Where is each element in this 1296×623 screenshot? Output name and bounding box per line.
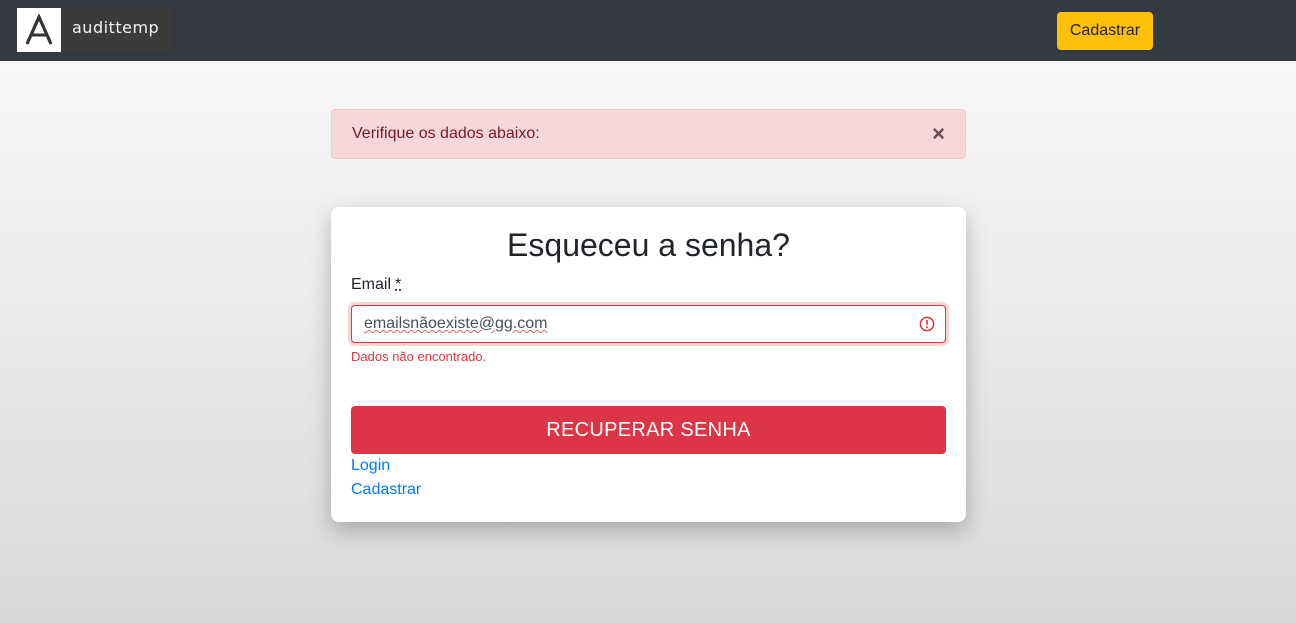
recover-password-button[interactable]: RECUPERAR SENHA <box>351 406 946 454</box>
top-navbar: audittemp Cadastrar <box>0 0 1296 61</box>
required-mark: * <box>395 276 402 293</box>
page-title: Esqueceu a senha? <box>507 227 790 263</box>
brand-link[interactable]: audittemp <box>17 8 171 52</box>
error-circle-icon <box>919 316 935 332</box>
email-field[interactable] <box>352 306 945 342</box>
alert-message: Verifique os dados abaixo: <box>352 125 540 142</box>
navbar-register-button[interactable]: Cadastrar <box>1057 12 1153 50</box>
error-alert: Verifique os dados abaixo: × <box>331 109 966 159</box>
close-icon[interactable]: × <box>932 123 945 145</box>
email-field-wrapper <box>351 305 946 343</box>
register-link[interactable]: Cadastrar <box>351 481 421 499</box>
email-label: Email * <box>351 276 402 293</box>
login-link[interactable]: Login <box>351 457 390 475</box>
logo-a-icon <box>17 8 61 52</box>
brand-name: audittemp <box>72 17 160 37</box>
forgot-password-card: Esqueceu a senha? Email* Dados não encon… <box>331 207 966 522</box>
email-error-message: Dados não encontrado. <box>351 349 487 364</box>
